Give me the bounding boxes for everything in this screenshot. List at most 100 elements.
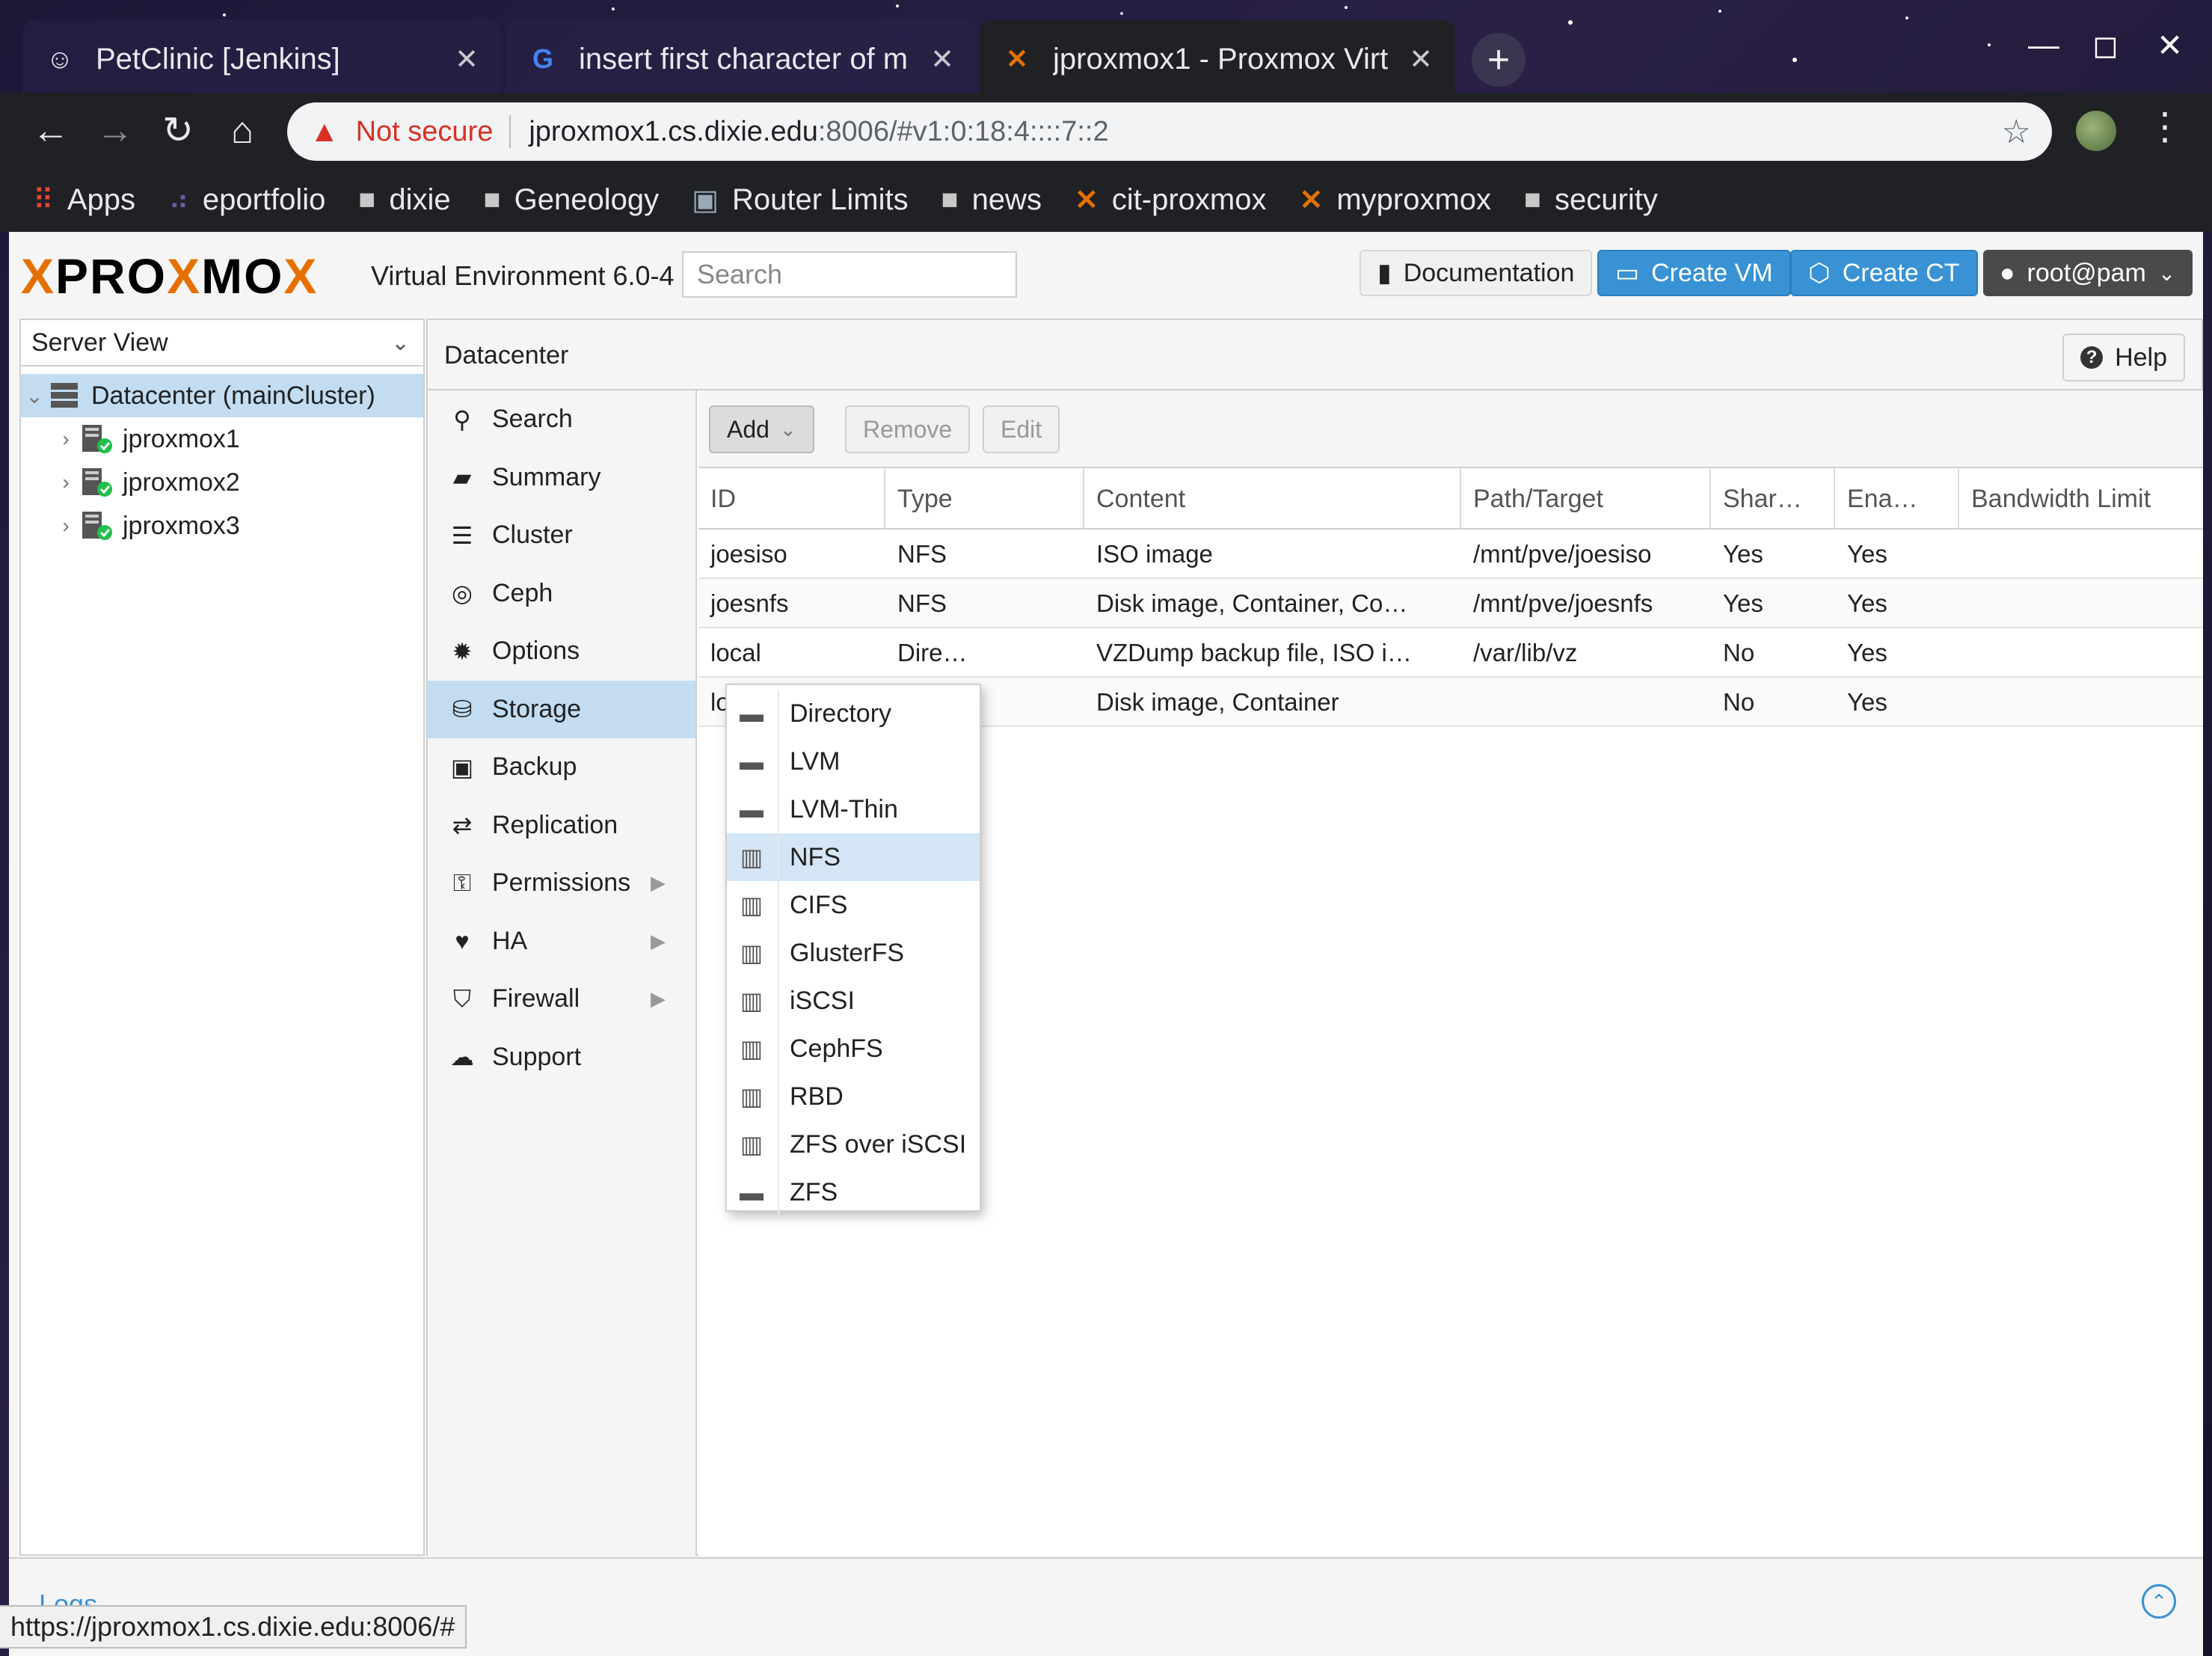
bookmark-apps[interactable]: ⠿ Apps xyxy=(33,183,135,217)
new-tab-button[interactable]: + xyxy=(1472,33,1526,87)
tree-item-jproxmox2[interactable]: › jproxmox2 xyxy=(21,461,423,504)
bookmark-cit-proxmox[interactable]: ✕ cit-proxmox xyxy=(1075,183,1267,217)
table-row[interactable]: joesiso NFS ISO image /mnt/pve/joesiso Y… xyxy=(698,530,2203,579)
column-header-type[interactable]: Type xyxy=(885,468,1084,530)
tab-petclinic[interactable]: ☺ PetClinic [Jenkins] ✕ xyxy=(22,19,501,99)
warning-icon[interactable]: ▲ xyxy=(310,115,340,149)
column-header-path[interactable]: Path/Target xyxy=(1461,468,1711,530)
nav-item-replication[interactable]: ⇄ Replication xyxy=(428,797,695,855)
node-online-icon xyxy=(79,467,114,498)
window-close-icon[interactable]: ✕ xyxy=(2157,27,2183,64)
create-vm-button[interactable]: ▭ Create VM xyxy=(1597,250,1791,296)
column-header-id[interactable]: ID xyxy=(698,468,885,530)
nav-item-firewall[interactable]: ⛉ Firewall ▶ xyxy=(428,970,695,1028)
back-icon[interactable]: ← xyxy=(28,108,73,153)
proxmox-icon: ✕ xyxy=(1005,43,1029,74)
expand-up-icon[interactable]: ⌃ xyxy=(2142,1584,2176,1619)
reload-icon[interactable]: ↻ xyxy=(156,108,200,153)
storage-toolbar: Add ⌄ Remove Edit xyxy=(698,390,2203,468)
menu-kebab-icon[interactable]: ⋮ xyxy=(2146,105,2184,148)
retweet-icon: ⇄ xyxy=(452,812,473,839)
security-label[interactable]: Not secure xyxy=(356,116,494,148)
nav-item-permissions[interactable]: ⚿ Permissions ▶ xyxy=(428,854,695,913)
menu-item-nfs[interactable]: ▥ NFS xyxy=(727,833,980,881)
building-icon: ▥ xyxy=(740,1131,764,1158)
nav-item-backup[interactable]: ▣ Backup xyxy=(428,738,695,797)
close-icon[interactable]: ✕ xyxy=(930,43,954,76)
nav-item-ceph[interactable]: ◎ Ceph xyxy=(428,565,695,623)
folder-icon: ▬ xyxy=(740,795,764,823)
menu-item-cephfs[interactable]: ▥ CephFS xyxy=(727,1025,980,1073)
bookmark-news[interactable]: ■ news xyxy=(941,183,1042,217)
table-row[interactable]: joesnfs NFS Disk image, Container, Co… /… xyxy=(698,579,2203,628)
nav-item-options[interactable]: ✹ Options xyxy=(428,622,695,681)
help-button[interactable]: ? Help xyxy=(2062,334,2185,381)
nav-item-ha[interactable]: ♥ HA ▶ xyxy=(428,913,695,971)
expand-arrow-icon[interactable]: › xyxy=(52,470,79,494)
bookmark-geneology[interactable]: ■ Geneology xyxy=(484,183,659,217)
tab-proxmox[interactable]: ✕ jproxmox1 - Proxmox Virt ✕ xyxy=(980,19,1455,99)
add-button[interactable]: Add ⌄ xyxy=(709,405,814,453)
nav-item-summary[interactable]: ▰ Summary xyxy=(428,449,695,507)
menu-item-rbd[interactable]: ▥ RBD xyxy=(727,1073,980,1120)
nav-item-support[interactable]: ☁ Support xyxy=(428,1028,695,1087)
table-row[interactable]: local Dire… VZDump backup file, ISO i… /… xyxy=(698,628,2203,678)
nav-item-cluster[interactable]: ☰ Cluster xyxy=(428,506,695,565)
column-header-shared[interactable]: Shar… xyxy=(1711,468,1835,530)
bookmark-eportfolio[interactable]: ⠴ eportfolio xyxy=(168,183,325,217)
forward-icon[interactable]: → xyxy=(93,108,138,153)
expand-arrow-icon[interactable]: ⌄ xyxy=(21,384,48,408)
nav-item-storage[interactable]: ⛁ Storage xyxy=(428,680,695,738)
menu-item-lvm[interactable]: ▬ LVM xyxy=(727,737,980,785)
maximize-icon[interactable]: ◻ xyxy=(2092,27,2119,64)
search-input[interactable]: Search xyxy=(682,251,1017,298)
menu-item-cifs[interactable]: ▥ CIFS xyxy=(727,881,980,929)
tab-google[interactable]: G insert first character of m ✕ xyxy=(506,19,977,99)
resource-tree-panel: Server View ⌄ ⌄ Datacenter (mainCluster)… xyxy=(19,319,425,1556)
nav-item-search[interactable]: ⚲ Search xyxy=(428,390,695,449)
cell-enabled: Yes xyxy=(1847,589,1887,617)
tree-item-jproxmox3[interactable]: › jproxmox3 xyxy=(21,504,423,548)
address-bar[interactable]: ▲ Not secure jproxmox1.cs.dixie.edu :800… xyxy=(287,102,2052,161)
edit-button[interactable]: Edit xyxy=(983,405,1060,453)
menu-item-iscsi[interactable]: ▥ iSCSI xyxy=(727,977,980,1025)
bookmark-myproxmox[interactable]: ✕ myproxmox xyxy=(1300,183,1492,217)
remove-button[interactable]: Remove xyxy=(845,405,971,453)
expand-arrow-icon[interactable]: › xyxy=(52,427,79,451)
building-icon: ▥ xyxy=(740,844,764,871)
cell-type: NFS xyxy=(897,540,947,568)
minimize-icon[interactable]: — xyxy=(2028,27,2059,63)
profile-avatar[interactable] xyxy=(2076,111,2116,151)
tree-item-jproxmox1[interactable]: › jproxmox1 xyxy=(21,417,423,461)
bookmark-security[interactable]: ■ security xyxy=(1524,183,1658,217)
column-header-bandwidth[interactable]: Bandwidth Limit xyxy=(1959,468,2203,530)
menu-item-glusterfs[interactable]: ▥ GlusterFS xyxy=(727,929,980,977)
column-header-content[interactable]: Content xyxy=(1084,468,1461,530)
menu-label: ZFS xyxy=(790,1177,838,1206)
bookmark-dixie[interactable]: ■ dixie xyxy=(358,183,450,217)
view-selector[interactable]: Server View ⌄ xyxy=(21,320,423,367)
floppy-icon: ▣ xyxy=(450,753,474,781)
divider xyxy=(778,1025,779,1073)
documentation-button[interactable]: ▮ Documentation xyxy=(1360,250,1593,296)
building-icon: ▥ xyxy=(740,892,764,919)
menu-item-zfs[interactable]: ▬ ZFS xyxy=(727,1168,980,1216)
proxmox-logo[interactable]: X PRO X MO X xyxy=(21,248,318,304)
bookmark-star-icon[interactable]: ☆ xyxy=(2002,113,2031,151)
close-icon[interactable]: ✕ xyxy=(1409,43,1433,76)
menu-item-lvm-thin[interactable]: ▬ LVM-Thin xyxy=(727,785,980,833)
close-icon[interactable]: ✕ xyxy=(455,43,479,76)
create-ct-button[interactable]: ⬡ Create CT xyxy=(1790,250,1978,296)
shield-icon: ⛉ xyxy=(452,984,471,1012)
home-icon[interactable]: ⌂ xyxy=(220,108,265,153)
menu-item-zfs-over-iscsi[interactable]: ▥ ZFS over iSCSI xyxy=(727,1120,980,1168)
user-menu-button[interactable]: ● root@pam ⌄ xyxy=(1983,250,2193,296)
expand-arrow-icon[interactable]: › xyxy=(52,514,79,538)
tree-item-datacenter[interactable]: ⌄ Datacenter (mainCluster) xyxy=(21,374,423,417)
nav-label: Search xyxy=(492,405,573,434)
menu-item-directory[interactable]: ▬ Directory xyxy=(727,690,980,737)
column-header-enabled[interactable]: Ena… xyxy=(1835,468,1959,530)
building-icon: ▥ xyxy=(740,987,764,1014)
bookmark-router-limits[interactable]: ▣ Router Limits xyxy=(692,183,909,217)
bookmark-label: Geneology xyxy=(514,183,660,216)
